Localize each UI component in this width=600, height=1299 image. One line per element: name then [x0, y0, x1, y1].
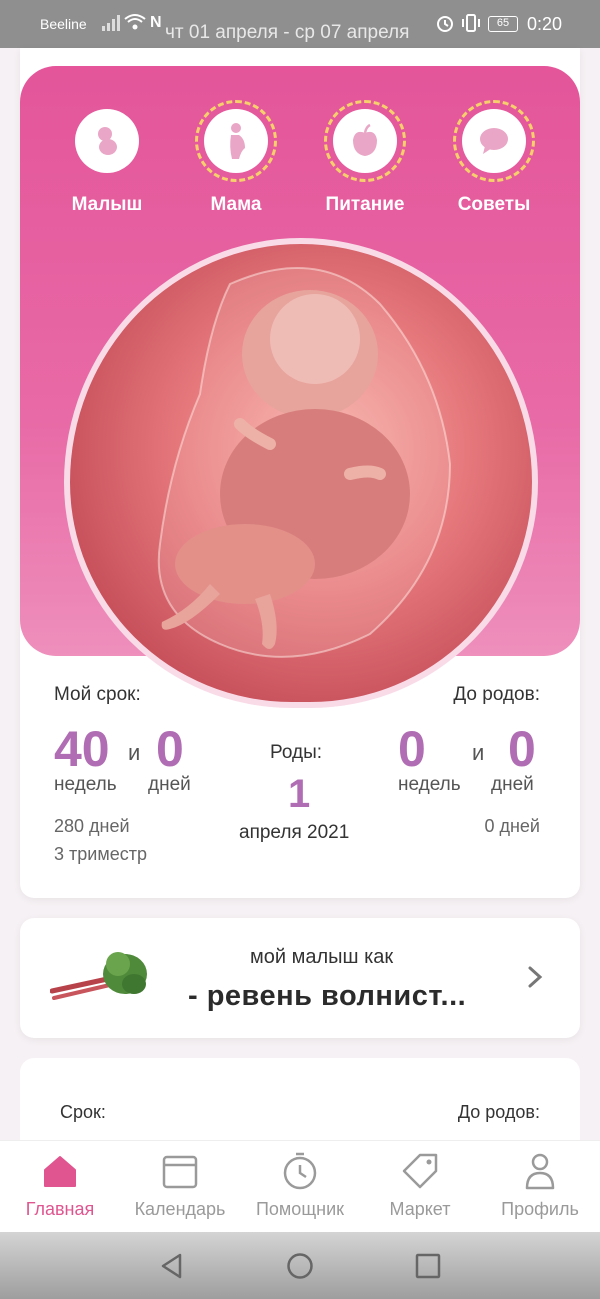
- alarm-icon: [437, 16, 453, 32]
- tag-icon: [402, 1153, 438, 1189]
- apple-icon: [353, 123, 377, 156]
- home-icon: [44, 1156, 76, 1187]
- and-separator-right: и: [472, 740, 485, 765]
- pregnancy-stats: Мой срок: До родов: 40 и 0 недель дней 2…: [20, 660, 580, 890]
- tab-market-label: Маркет: [389, 1199, 451, 1219]
- tab-calendar-label: Календарь: [134, 1199, 226, 1219]
- until-birth-label: До родов:: [453, 684, 540, 705]
- nav-nutrition-button[interactable]: Питание: [323, 100, 407, 216]
- left-days-value: 0: [508, 721, 536, 777]
- size-comparison-name: - ревень волнист...: [188, 980, 467, 1012]
- chevron-right-icon: [528, 966, 543, 988]
- my-days-value: 0: [156, 721, 184, 777]
- my-term-label: Мой срок:: [54, 684, 141, 705]
- trimester: 3 триместр: [54, 844, 147, 864]
- birth-month-year: апреля 2021: [239, 822, 350, 843]
- my-days-unit: дней: [148, 774, 191, 795]
- left-total-days: 0 дней: [484, 816, 540, 836]
- calendar-icon: [162, 1155, 198, 1189]
- left-days-unit: дней: [491, 774, 534, 795]
- status-bar: Beeline N чт 01 апреля - ср 07 апреля 65…: [0, 0, 600, 48]
- tab-profile-label: Профиль: [501, 1199, 579, 1219]
- tab-assistant-label: Помощник: [255, 1199, 344, 1219]
- tab-calendar[interactable]: Календарь: [120, 1151, 240, 1220]
- nav-tips-button[interactable]: Советы: [452, 100, 536, 216]
- system-navigation-bar: [0, 1232, 600, 1299]
- tab-profile[interactable]: Профиль: [480, 1151, 600, 1220]
- battery-indicator: 65: [488, 16, 518, 32]
- total-days: 280 дней: [54, 816, 130, 836]
- birth-label: Роды:: [270, 742, 323, 763]
- and-separator: и: [128, 740, 141, 765]
- nav-nutrition-label: Питание: [325, 194, 405, 215]
- size-comparison-caption: мой малыш как: [250, 946, 394, 968]
- vibrate-icon: [462, 14, 480, 32]
- nav-baby-button[interactable]: Малыш: [65, 100, 149, 216]
- mother-icon: [230, 123, 245, 159]
- timer-icon: [283, 1152, 317, 1190]
- home-circle-icon[interactable]: [286, 1252, 314, 1280]
- baby-icon: [98, 127, 117, 155]
- birth-day: 1: [288, 772, 311, 816]
- recents-square-icon[interactable]: [414, 1252, 442, 1280]
- back-triangle-icon[interactable]: [158, 1252, 186, 1280]
- clock: 0:20: [527, 14, 563, 34]
- my-weeks-unit: недель: [54, 774, 117, 795]
- tab-home-label: Главная: [25, 1199, 95, 1219]
- nav-mother-label: Мама: [210, 194, 262, 215]
- signal-icon: [102, 15, 120, 31]
- term-until-label: До родов:: [457, 1102, 540, 1122]
- tab-home[interactable]: Главная: [0, 1151, 120, 1220]
- bottom-tab-bar: Главная Календарь Помощник Маркет Профил…: [0, 1140, 600, 1232]
- tab-assistant[interactable]: Помощник: [240, 1151, 360, 1220]
- chat-bubble-icon: [480, 128, 508, 154]
- nav-baby-label: Малыш: [71, 194, 143, 215]
- nfc-icon: N: [150, 14, 162, 31]
- fetus-illustration[interactable]: [64, 238, 538, 708]
- wifi-icon: [124, 14, 146, 30]
- week-date-range: чт 01 апреля - ср 07 апреля: [165, 22, 410, 43]
- tab-market[interactable]: Маркет: [360, 1151, 480, 1220]
- nav-tips-label: Советы: [457, 194, 531, 215]
- profile-icon: [525, 1153, 555, 1190]
- carrier-name: Beeline: [40, 16, 87, 32]
- rhubarb-image: [50, 952, 147, 1000]
- fetus-drawing: [157, 267, 452, 658]
- my-weeks-value: 40: [54, 721, 110, 777]
- nav-mother-button[interactable]: Мама: [194, 100, 278, 216]
- left-weeks-unit: недель: [398, 774, 461, 795]
- fetus-image: [70, 244, 532, 702]
- baby-size-comparison-card[interactable]: мой малыш как - ревень волнист...: [20, 918, 580, 1038]
- term-label: Срок:: [60, 1102, 106, 1122]
- left-weeks-value: 0: [398, 721, 426, 777]
